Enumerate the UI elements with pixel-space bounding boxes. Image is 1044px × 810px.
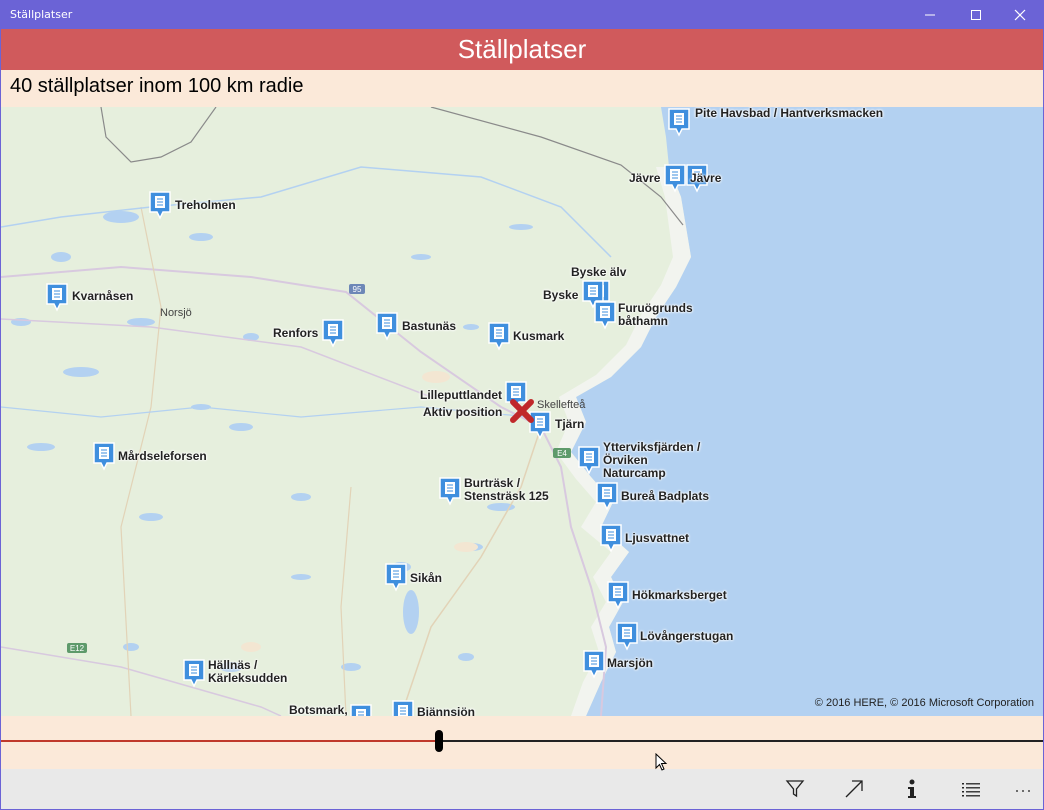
place-label-furuogrund[interactable]: Furuögrunds båthamn	[618, 302, 708, 328]
place-label-sikan[interactable]: Sikån	[410, 572, 442, 585]
place-label-ytterviksfjarden[interactable]: Ytterviksfjärden / Örviken Naturcamp	[603, 441, 713, 480]
filter-icon	[785, 780, 805, 798]
map-view[interactable]: 95 E4 E12 Norsjö Skellefteå Pite Havsbad…	[1, 107, 1043, 716]
page-title: Ställplatser	[457, 34, 587, 64]
result-count-text: 40 ställplatser inom 100 km radie	[10, 75, 304, 97]
list-button[interactable]	[951, 769, 991, 809]
place-label-kusmark[interactable]: Kusmark	[513, 330, 564, 343]
place-label-javre-left[interactable]: Jävre	[629, 172, 660, 185]
directions-button[interactable]	[834, 769, 874, 809]
map-pin-icon[interactable]	[606, 580, 630, 610]
maximize-button[interactable]	[953, 1, 999, 29]
info-icon	[908, 779, 916, 798]
map-pin-icon[interactable]	[599, 523, 623, 553]
current-position-label: Aktiv position	[423, 405, 503, 419]
map-pin-icon[interactable]	[667, 107, 691, 137]
map-pin-icon[interactable]	[577, 445, 601, 475]
app-window: Ställplatser Ställplatser 40 ställplatse…	[0, 0, 1044, 810]
direction-arrow-icon	[845, 780, 863, 798]
window-title: Ställplatser	[10, 8, 73, 21]
list-icon	[962, 783, 980, 797]
minimize-icon	[925, 14, 935, 16]
road-badge-95: 95	[353, 285, 362, 294]
map-pin-icon[interactable]	[663, 163, 687, 193]
place-label-bastunas[interactable]: Bastunäs	[402, 320, 456, 333]
map-pin-icon[interactable]	[45, 282, 69, 312]
map-pin-icon[interactable]	[349, 703, 373, 716]
radius-slider-fill	[1, 740, 439, 742]
place-label-byske-alv[interactable]: Byske älv	[571, 266, 626, 279]
more-icon	[1016, 790, 1030, 792]
close-icon	[1014, 9, 1026, 21]
place-label-burtrask[interactable]: Burträsk / Stensträsk 125	[464, 477, 554, 503]
info-button[interactable]	[892, 769, 932, 809]
place-label-ljusvattnet[interactable]: Ljusvattnet	[625, 532, 689, 545]
map-pin-icon[interactable]	[182, 658, 206, 688]
place-label-botsmark[interactable]: Botsmark,	[289, 704, 348, 717]
place-label-lovangerstugan[interactable]: Lövångerstugan	[640, 630, 733, 643]
app-header: Ställplatser	[1, 29, 1043, 70]
place-label-treholmen[interactable]: Treholmen	[175, 199, 236, 212]
radius-slider-panel	[1, 716, 1043, 769]
place-label-burea-badplats[interactable]: Bureå Badplats	[621, 490, 709, 503]
map-pin-icon[interactable]	[593, 300, 617, 330]
command-bar	[1, 769, 1043, 809]
map-pin-icon[interactable]	[148, 190, 172, 220]
map-pin-icon[interactable]	[595, 481, 619, 511]
maximize-icon	[971, 10, 981, 20]
road-badge-e4: E4	[557, 449, 567, 458]
place-label-marsjon[interactable]: Marsjön	[607, 657, 653, 670]
place-label-lilleputtlandet[interactable]: Lilleputtlandet	[420, 389, 502, 402]
radius-slider-thumb[interactable]	[435, 730, 443, 752]
place-label-hokmarksberget[interactable]: Hökmarksberget	[632, 589, 727, 602]
minimize-button[interactable]	[907, 1, 953, 29]
road-badge-e12: E12	[70, 644, 85, 653]
close-button[interactable]	[997, 1, 1043, 29]
mouse-cursor-icon	[655, 753, 668, 771]
map-pin-icon[interactable]	[582, 649, 606, 679]
place-label-bjannsjon[interactable]: Bjännsjön	[417, 706, 475, 717]
place-label-mardseleforsen[interactable]: Mårdseleforsen	[118, 450, 207, 463]
place-label-pite-havsbad[interactable]: Pite Havsbad / Hantverksmacken	[695, 107, 883, 120]
map-pin-icon[interactable]	[321, 318, 345, 348]
map-copyright: © 2016 HERE, © 2016 Microsoft Corporatio…	[814, 697, 1034, 709]
place-label-tjarn[interactable]: Tjärn	[555, 418, 584, 431]
map-pin-icon[interactable]	[487, 321, 511, 351]
place-label-kvarnasen[interactable]: Kvarnåsen	[72, 290, 133, 303]
filter-button[interactable]	[775, 769, 815, 809]
map-pin-icon[interactable]	[615, 621, 639, 651]
map-pin-icon[interactable]	[92, 441, 116, 471]
town-label-norsjo: Norsjö	[160, 307, 192, 319]
map-pin-icon[interactable]	[438, 476, 462, 506]
map-pin-icon[interactable]	[384, 562, 408, 592]
map-pin-icon[interactable]	[391, 699, 415, 716]
map-pin-icon[interactable]	[375, 311, 399, 341]
title-bar: Ställplatser	[1, 1, 1043, 29]
place-label-hallnas[interactable]: Hällnäs / Kärleksudden	[208, 659, 288, 685]
current-position-marker	[510, 399, 534, 423]
place-label-byske[interactable]: Byske	[543, 289, 578, 302]
result-summary-bar: 40 ställplatser inom 100 km radie	[1, 70, 1043, 107]
place-label-javre-right[interactable]: Jävre	[690, 172, 721, 185]
more-button[interactable]	[1003, 769, 1043, 809]
place-label-renfors[interactable]: Renfors	[273, 327, 318, 340]
